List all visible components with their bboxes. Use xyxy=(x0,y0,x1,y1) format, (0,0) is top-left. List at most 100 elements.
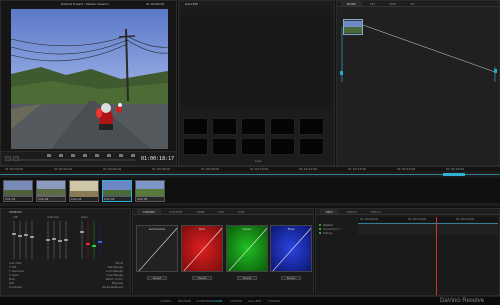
play-button[interactable] xyxy=(95,154,99,157)
keyframe-dot[interactable] xyxy=(319,224,321,226)
curve-luminance[interactable]: Luminance xyxy=(136,225,178,272)
step-back-button[interactable] xyxy=(59,154,63,157)
nav-gallery[interactable]: GALLERY xyxy=(248,299,261,304)
curve-label: Luminance xyxy=(148,227,166,231)
keyframe-playhead[interactable] xyxy=(436,217,437,295)
play-reverse-button[interactable] xyxy=(71,154,75,157)
bottom-nav: CONFIG BROWSE CONFORM COLOR VIEWER GALLE… xyxy=(0,296,500,305)
scrub-right-button[interactable] xyxy=(13,156,19,161)
lift-red-fader[interactable] xyxy=(18,221,22,259)
gain-master-fader[interactable] xyxy=(80,221,84,259)
tab-3d[interactable]: 3D xyxy=(404,1,420,6)
keyframe-dot[interactable] xyxy=(319,232,321,234)
tab-node[interactable]: NODE xyxy=(341,1,362,6)
gain-red-fader[interactable] xyxy=(86,221,90,259)
reset-blue-button[interactable]: Reset xyxy=(281,276,301,280)
gamma-blue-fader[interactable] xyxy=(64,221,68,259)
tab-size[interactable]: SIZE xyxy=(384,1,403,6)
node-output-handle[interactable] xyxy=(494,69,497,73)
reset-luminance-button[interactable]: Reset xyxy=(147,276,167,280)
gallery-still[interactable] xyxy=(299,138,324,155)
curve-line xyxy=(272,227,311,271)
clip-thumbnail[interactable]: Clip 04 xyxy=(102,180,132,202)
reset-green-button[interactable]: Reset xyxy=(237,276,257,280)
tab-track[interactable]: TRACK xyxy=(341,209,363,214)
tab-yrgb[interactable]: YRGB xyxy=(190,209,210,214)
clip-thumbnail[interactable]: Clip 03 xyxy=(69,180,99,202)
reset-red-button[interactable]: Reset xyxy=(192,276,212,280)
clip-label: Clip 05 xyxy=(136,197,164,201)
nav-browse[interactable]: BROWSE xyxy=(178,299,191,304)
timeline-playhead-clip[interactable] xyxy=(443,173,465,176)
tab-edit[interactable]: EDIT xyxy=(320,209,339,214)
tab-lum[interactable]: LUM xyxy=(232,209,250,214)
gallery-still[interactable] xyxy=(270,118,295,135)
stop-button[interactable] xyxy=(83,154,87,157)
first-frame-button[interactable] xyxy=(47,154,51,157)
gamma-green-fader[interactable] xyxy=(58,221,62,259)
corrector-node[interactable] xyxy=(343,19,363,35)
gallery-still[interactable] xyxy=(241,138,266,155)
curve-red[interactable]: Red xyxy=(181,225,223,272)
step-forward-button[interactable] xyxy=(107,154,111,157)
lift-green-fader[interactable] xyxy=(24,221,28,259)
clip-thumbnail[interactable]: Clip 01 xyxy=(3,180,33,202)
scrub-bar[interactable] xyxy=(5,159,135,161)
curve-blue[interactable]: Blue xyxy=(270,225,312,272)
gain-blue-fader[interactable] xyxy=(98,221,102,259)
gallery-still[interactable] xyxy=(299,118,324,135)
gallery-still[interactable] xyxy=(241,118,266,135)
group-label: Lift xyxy=(13,215,18,219)
gallery-tab[interactable]: GALLERY xyxy=(185,2,198,6)
viewer-panel: Default Project : Master Session 01:00:0… xyxy=(0,0,177,166)
curves-tabs: CURVES CUSTOM YRGB SAT LUM xyxy=(133,209,313,215)
timeline-scrollbar[interactable] xyxy=(0,203,500,206)
nav-color[interactable]: COLOR xyxy=(212,299,222,304)
timeline-track[interactable] xyxy=(0,171,500,178)
tab-sat[interactable]: SAT xyxy=(212,209,230,214)
corrector-node-thumbnail xyxy=(344,21,362,33)
keyframe-dot[interactable] xyxy=(319,228,321,230)
clip-thumbnail[interactable]: Clip 02 xyxy=(36,180,66,202)
gamma-red-fader[interactable] xyxy=(52,221,56,259)
brand-label: DaVinci Resolve xyxy=(440,298,484,304)
curve-green[interactable]: Green xyxy=(226,225,268,272)
gallery-area xyxy=(181,9,332,109)
gallery-still[interactable] xyxy=(183,138,208,155)
keyframe-ruler[interactable]: 01:00:00:00 01:00:10:00 01:00:20:00 xyxy=(358,217,498,222)
keyframe-track-list: Master Corrector 1 Sizing xyxy=(318,223,358,235)
video-frame[interactable] xyxy=(11,9,168,149)
tab-stills[interactable]: STILLS xyxy=(365,209,387,214)
gallery-still[interactable] xyxy=(212,118,237,135)
stat-label: Node Balance xyxy=(102,285,123,289)
clip-label: Clip 04 xyxy=(103,197,131,201)
nav-viewer[interactable]: VIEWER xyxy=(230,299,242,304)
gamma-master-fader[interactable] xyxy=(46,221,50,259)
keyframe-panel: EDIT TRACK STILLS 01:00:00:00 01:00:10:0… xyxy=(315,208,500,296)
nav-format[interactable]: FORMAT xyxy=(268,299,280,304)
nav-conform[interactable]: CONFORM xyxy=(196,299,211,304)
primaries-panel: PRIMARY Lift Gamma Gain Lum Mix Y Lift Y… xyxy=(0,208,131,296)
clip-label: Clip 03 xyxy=(70,197,98,201)
tab-custom[interactable]: CUSTOM xyxy=(163,209,188,214)
gallery-still[interactable] xyxy=(183,118,208,135)
gain-green-fader[interactable] xyxy=(92,221,96,259)
last-frame-button[interactable] xyxy=(119,154,123,157)
gallery-still[interactable] xyxy=(212,138,237,155)
video-frame-image xyxy=(11,9,168,149)
lift-master-fader[interactable] xyxy=(12,221,16,259)
keyframe-track-area[interactable] xyxy=(358,223,498,235)
clip-thumbnail[interactable]: Clip 05 xyxy=(135,180,165,202)
nav-config[interactable]: CONFIG xyxy=(160,299,172,304)
viewer-title: Default Project : Master Session xyxy=(61,2,109,6)
loop-button[interactable] xyxy=(131,154,135,157)
keyframe-track-label[interactable]: Sizing xyxy=(318,231,358,235)
gallery-still[interactable] xyxy=(270,138,295,155)
scrub-left-button[interactable] xyxy=(5,156,11,161)
primaries-tab[interactable]: PRIMARY xyxy=(9,210,22,214)
tab-curves[interactable]: CURVES xyxy=(137,209,162,214)
node-input-handle[interactable] xyxy=(340,71,343,75)
keyframe-ruler-tick: 01:00:10:00 xyxy=(408,217,427,221)
lift-blue-fader[interactable] xyxy=(30,221,34,259)
tab-key[interactable]: KEY xyxy=(364,1,382,6)
